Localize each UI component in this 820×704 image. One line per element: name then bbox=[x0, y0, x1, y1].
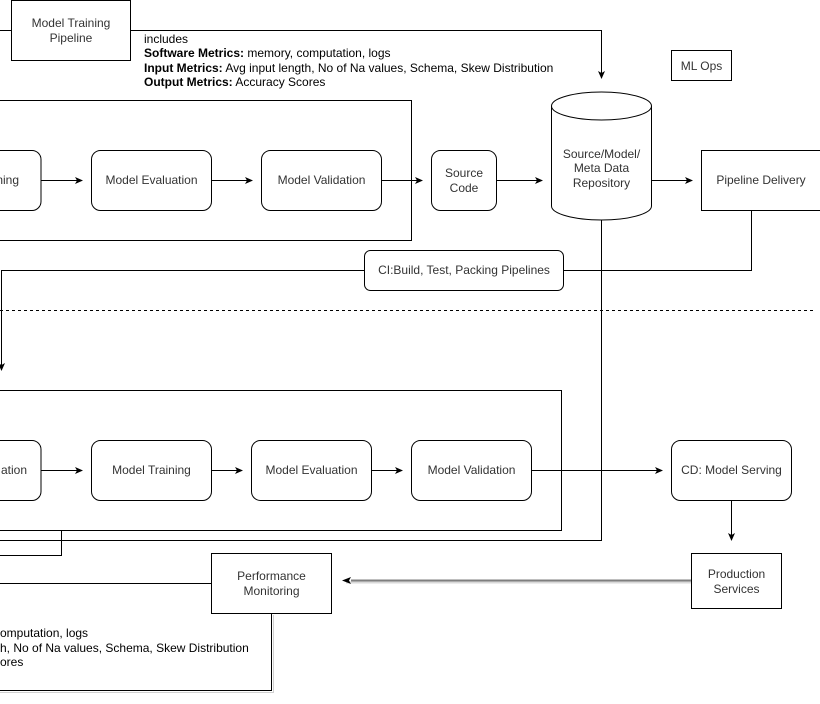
connector-bottom-left-stub bbox=[0, 530, 62, 556]
note-software-metrics: Software Metrics: memory, computation, l… bbox=[144, 46, 391, 60]
top-node-training[interactable]: ning bbox=[0, 150, 42, 211]
performance-monitoring-node[interactable]: Performance Monitoring bbox=[211, 553, 332, 614]
bottom-model-validation-label: Model Validation bbox=[428, 463, 516, 477]
top-model-evaluation-label: Model Evaluation bbox=[105, 173, 197, 187]
top-model-validation-label: Model Validation bbox=[278, 173, 366, 187]
repository-line-2: Meta Data bbox=[574, 161, 630, 175]
top-node-model-evaluation[interactable]: Model Evaluation bbox=[91, 150, 212, 211]
bottom-node-model-validation[interactable]: Model Validation bbox=[411, 440, 532, 501]
title-line-1: Model Training bbox=[32, 16, 111, 30]
bottom-metrics-note: omputation, logs h, No of Na values, Sch… bbox=[0, 626, 249, 669]
repository-cylinder[interactable]: Source/Model/ Meta Data Repository bbox=[551, 91, 652, 221]
ci-pipelines-label: CI:Build, Test, Packing Pipelines bbox=[378, 263, 550, 277]
bottom-node-model-training[interactable]: Model Training bbox=[91, 440, 212, 501]
diagram-canvas: Model Training Pipeline includes Softwar… bbox=[0, 0, 820, 693]
title-line-2: Pipeline bbox=[50, 31, 93, 45]
bottom-note-line-3: ores bbox=[0, 655, 23, 669]
model-training-pipeline-box[interactable]: Model Training Pipeline bbox=[11, 0, 131, 61]
repository-line-1: Source/Model/ bbox=[563, 147, 641, 161]
note-intro: includes bbox=[144, 32, 188, 46]
cd-model-serving-node[interactable]: CD: Model Serving bbox=[671, 440, 792, 501]
top-node-training-label: ning bbox=[0, 173, 19, 187]
ci-pipelines-node[interactable]: CI:Build, Test, Packing Pipelines bbox=[364, 250, 564, 291]
note-output-metrics: Output Metrics: Accuracy Scores bbox=[144, 75, 325, 89]
repository-line-3: Repository bbox=[573, 176, 630, 190]
bottom-node-model-evaluation[interactable]: Model Evaluation bbox=[251, 440, 372, 501]
top-metrics-note: includes Software Metrics: memory, compu… bbox=[144, 32, 553, 89]
production-line-2: Services bbox=[713, 582, 759, 596]
cd-model-serving-label: CD: Model Serving bbox=[681, 463, 782, 477]
note-input-metrics: Input Metrics: Avg input length, No of N… bbox=[144, 61, 553, 75]
monitoring-line-2: Monitoring bbox=[243, 584, 299, 598]
connector-ci-to-bottom-pipeline bbox=[0, 270, 364, 371]
source-code-line-2: Code bbox=[450, 181, 479, 195]
ml-ops-label: ML Ops bbox=[681, 59, 723, 73]
bottom-model-training-label: Model Training bbox=[112, 463, 191, 477]
top-node-model-validation[interactable]: Model Validation bbox=[261, 150, 382, 211]
bottom-node-preparation-label: ation bbox=[1, 463, 27, 477]
source-code-line-1: Source bbox=[445, 166, 483, 180]
pipeline-delivery-node[interactable]: Pipeline Delivery bbox=[701, 150, 820, 211]
bottom-note-line-1: omputation, logs bbox=[0, 626, 88, 640]
monitoring-line-1: Performance bbox=[237, 569, 306, 583]
ml-ops-badge[interactable]: ML Ops bbox=[671, 50, 732, 81]
pipeline-delivery-label: Pipeline Delivery bbox=[716, 173, 805, 187]
bottom-model-evaluation-label: Model Evaluation bbox=[265, 463, 357, 477]
source-code-node[interactable]: Source Code bbox=[431, 150, 497, 211]
production-services-node[interactable]: Production Services bbox=[691, 553, 782, 609]
bottom-node-preparation[interactable]: ation bbox=[0, 440, 42, 501]
bottom-note-line-2: h, No of Na values, Schema, Skew Distrib… bbox=[0, 641, 249, 655]
production-line-1: Production bbox=[708, 567, 765, 581]
